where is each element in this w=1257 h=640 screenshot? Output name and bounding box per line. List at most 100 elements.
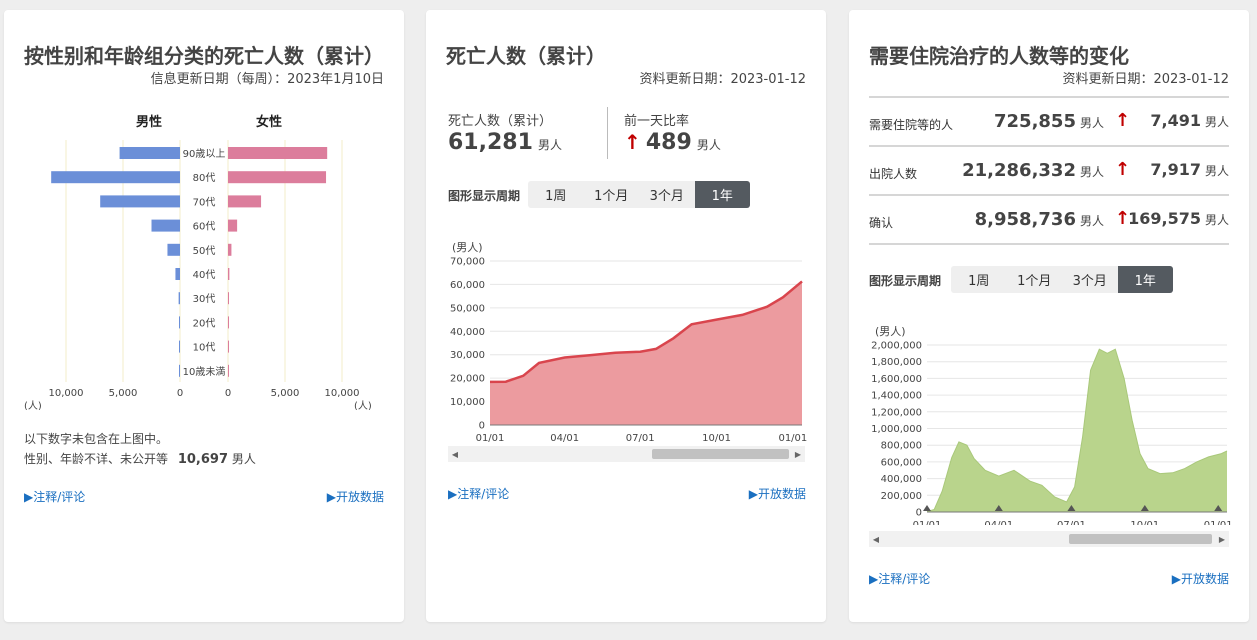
stat-divider (607, 107, 608, 159)
stat-total-unit: 男人 (538, 138, 563, 152)
cumulative-deaths-card: 死亡人数（累计） 资料更新日期：2023-01-12 死亡人数（累计） 61,2… (426, 10, 826, 622)
note-line2: 性别、年龄不详、未公开等 10,697 男人 (24, 450, 256, 467)
x-tick-label: 04/01 (550, 433, 579, 444)
x-tick-label: 04/01 (984, 520, 1013, 525)
period-1y-button[interactable]: 1年 (1117, 266, 1173, 293)
male-bar (175, 268, 180, 280)
y-tick-label: 70,000 (450, 257, 485, 268)
x-tick-label: 01/01 (778, 433, 807, 444)
y-tick-label: 0 (916, 508, 922, 519)
note-text: 性别、年龄不详、未公开等 (24, 452, 169, 466)
age-label: 60代 (193, 221, 216, 233)
stat-value: 21,286,332 男人 (962, 160, 1104, 181)
female-bar (228, 243, 232, 256)
y-axis-unit: (男人) (452, 241, 483, 254)
x-tick-label: 5,000 (109, 388, 138, 399)
stat-total-label: 死亡人数（累计） (448, 114, 553, 129)
female-legend: 女性 (256, 114, 282, 130)
period-selector: 1周 1个月 3个月 1年 (951, 266, 1173, 293)
scrollbar-thumb[interactable] (1069, 534, 1212, 544)
male-bar (179, 340, 180, 353)
stat-unit: 男人 (1079, 165, 1104, 179)
open-data-link[interactable]: ▶开放数据 (749, 485, 806, 502)
stat-daily: ↑ 489 男人 (624, 130, 721, 155)
chart-scrollbar[interactable]: ◀ ▶ (869, 531, 1229, 547)
chart-scrollbar[interactable]: ◀ ▶ (448, 446, 805, 462)
period-1m-button[interactable]: 1个月 (1007, 266, 1063, 293)
stat-change-number: 169,575 (1128, 209, 1201, 228)
y-tick-label: 60,000 (450, 280, 485, 291)
x-tick-marker-icon (923, 505, 931, 511)
male-bar (179, 316, 180, 329)
age-label: 80代 (193, 172, 216, 184)
scroll-left-icon[interactable]: ◀ (869, 531, 883, 547)
hospitalization-card: 需要住院治疗的人数等的变化 资料更新日期：2023-01-12 需要住院等的人 7… (849, 10, 1249, 622)
scrollbar-thumb[interactable] (652, 449, 789, 459)
y-tick-label: 30,000 (450, 350, 485, 361)
up-arrow-icon: ↑ (1115, 110, 1131, 131)
y-tick-label: 40,000 (450, 327, 485, 338)
y-tick-label: 50,000 (450, 303, 485, 314)
stat-value: 725,855 男人 (994, 111, 1104, 132)
stat-change-unit: 男人 (1204, 115, 1229, 129)
stat-total: 61,281 男人 (448, 130, 562, 155)
y-tick-label: 800,000 (881, 441, 922, 452)
y-axis-unit: (男人) (875, 325, 906, 338)
stat-daily-label: 前一天比率 (624, 114, 690, 129)
period-3m-button[interactable]: 3个月 (639, 181, 695, 208)
male-bar (119, 147, 180, 159)
stat-daily-value: 489 (645, 130, 692, 155)
male-bar (100, 195, 180, 208)
x-tick-label: 01/01 (1204, 520, 1233, 525)
area-series (927, 349, 1227, 512)
scroll-right-icon[interactable]: ▶ (791, 446, 805, 462)
female-bar (228, 171, 327, 184)
female-bar (228, 340, 229, 353)
stat-value: 8,958,736 男人 (975, 209, 1104, 230)
period-3m-button[interactable]: 3个月 (1062, 266, 1118, 293)
card-title: 按性别和年龄组分类的死亡人数（累计） (24, 44, 384, 68)
note-value: 10,697 (177, 452, 229, 467)
x-tick-label: 01/01 (913, 520, 942, 525)
male-legend: 男性 (136, 114, 162, 130)
y-tick-label: 20,000 (450, 374, 485, 385)
y-tick-label: 1,600,000 (871, 374, 922, 385)
age-label: 70代 (193, 196, 216, 208)
period-1m-button[interactable]: 1个月 (584, 181, 640, 208)
up-arrow-icon: ↑ (624, 130, 641, 154)
update-date: 信息更新日期（每周）：2023年1月10日 (150, 72, 384, 87)
male-bar (178, 292, 180, 305)
age-label: 50代 (193, 245, 216, 257)
stat-change-unit: 男人 (1204, 213, 1229, 227)
period-1w-button[interactable]: 1周 (951, 266, 1007, 293)
unit-left: (人) (24, 400, 42, 410)
male-bar (51, 171, 181, 184)
scroll-left-icon[interactable]: ◀ (448, 446, 462, 462)
open-data-link[interactable]: ▶开放数据 (327, 488, 384, 505)
notes-link[interactable]: ▶注释/评论 (869, 570, 930, 587)
y-tick-label: 1,200,000 (871, 407, 922, 418)
stat-unit: 男人 (1079, 116, 1104, 130)
scroll-right-icon[interactable]: ▶ (1215, 531, 1229, 547)
open-data-link[interactable]: ▶开放数据 (1172, 570, 1229, 587)
x-tick-label: 0 (177, 388, 183, 399)
notes-link[interactable]: ▶注释/评论 (24, 488, 85, 505)
male-bar (167, 243, 180, 256)
male-bar (151, 219, 180, 232)
stat-change-number: 7,491 (1150, 111, 1201, 130)
up-arrow-icon: ↑ (1115, 159, 1131, 180)
notes-link[interactable]: ▶注释/评论 (448, 485, 509, 502)
x-tick-label: 07/01 (626, 433, 655, 444)
period-1w-button[interactable]: 1周 (528, 181, 584, 208)
note-line1: 以下数字未包含在上图中。 (24, 432, 169, 446)
age-label: 10代 (193, 342, 216, 354)
stat-number: 21,286,332 (962, 160, 1076, 181)
x-tick-label: 10,000 (49, 388, 84, 399)
update-date: 资料更新日期：2023-01-12 (1062, 72, 1229, 87)
x-tick-label: 10/01 (1130, 520, 1159, 525)
stat-change-number: 7,917 (1150, 160, 1201, 179)
period-1y-button[interactable]: 1年 (694, 181, 750, 208)
y-tick-label: 2,000,000 (871, 341, 922, 352)
female-bar (228, 195, 262, 208)
period-selector: 1周 1个月 3个月 1年 (528, 181, 750, 208)
